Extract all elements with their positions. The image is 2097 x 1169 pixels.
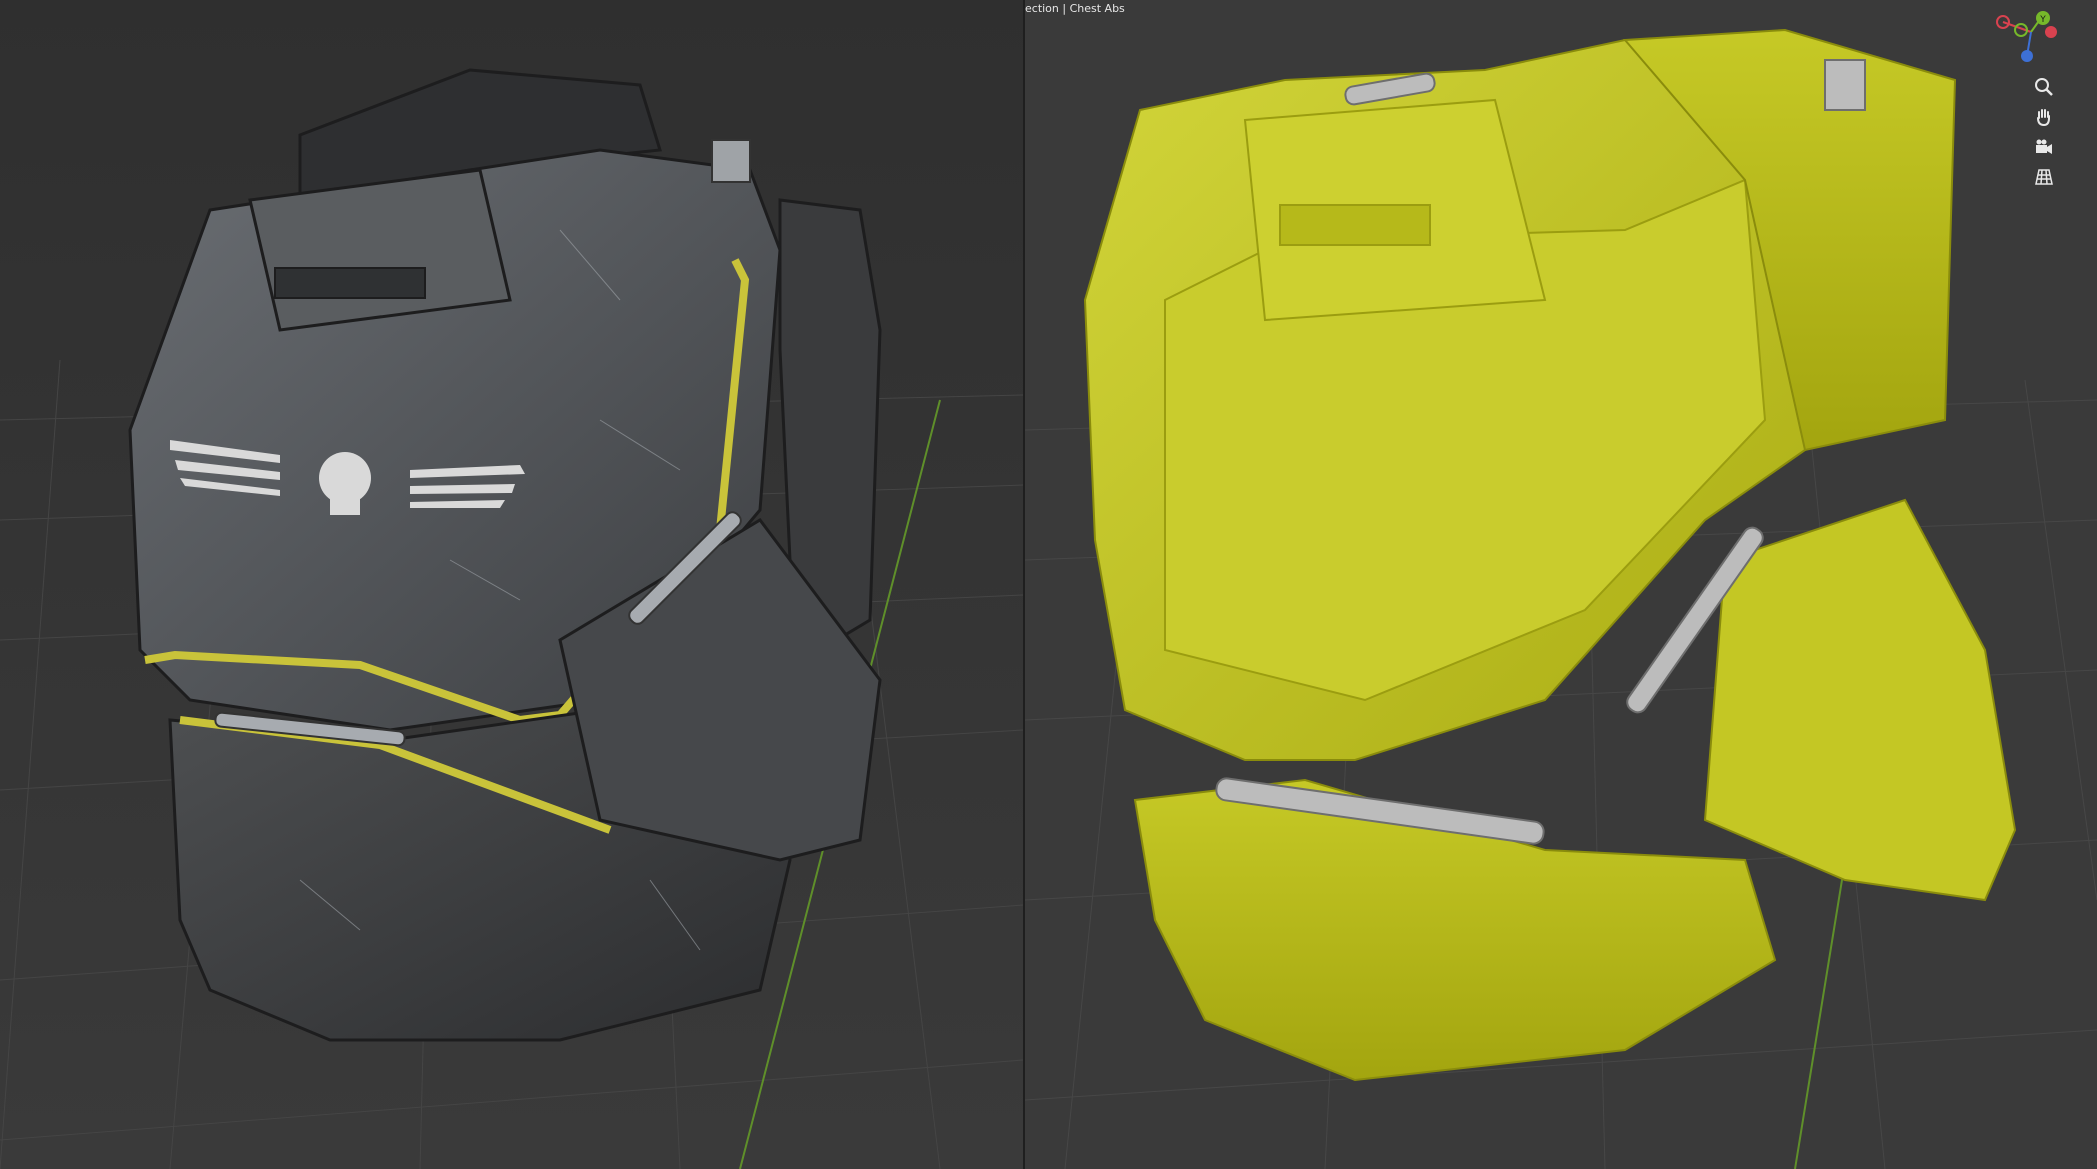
top-latch-right — [1824, 59, 1866, 111]
neck-vent — [274, 267, 426, 299]
yellow-neck-vent — [1279, 204, 1431, 246]
right-scene — [1025, 0, 2097, 1169]
left-scene — [0, 0, 1023, 1169]
viewport-right[interactable] — [1025, 0, 2097, 1169]
camera-view-icon[interactable] — [2033, 136, 2055, 158]
viewport-header-title: ection | Chest Abs — [1025, 2, 1125, 15]
zoom-icon[interactable] — [2033, 76, 2055, 98]
neck-block — [248, 168, 512, 332]
perspective-grid-icon[interactable] — [2033, 166, 2055, 188]
axis-gizmo-icon[interactable]: Y — [1985, 10, 2069, 70]
navigation-panel: Y — [1985, 10, 2069, 190]
top-latch — [711, 139, 751, 183]
blender-screen: ection | Chest Abs Y — [0, 0, 2097, 1169]
gizmo-y-label: Y — [2039, 15, 2046, 25]
viewport-left[interactable] — [0, 0, 1023, 1169]
hand-pan-icon[interactable] — [2033, 106, 2055, 128]
